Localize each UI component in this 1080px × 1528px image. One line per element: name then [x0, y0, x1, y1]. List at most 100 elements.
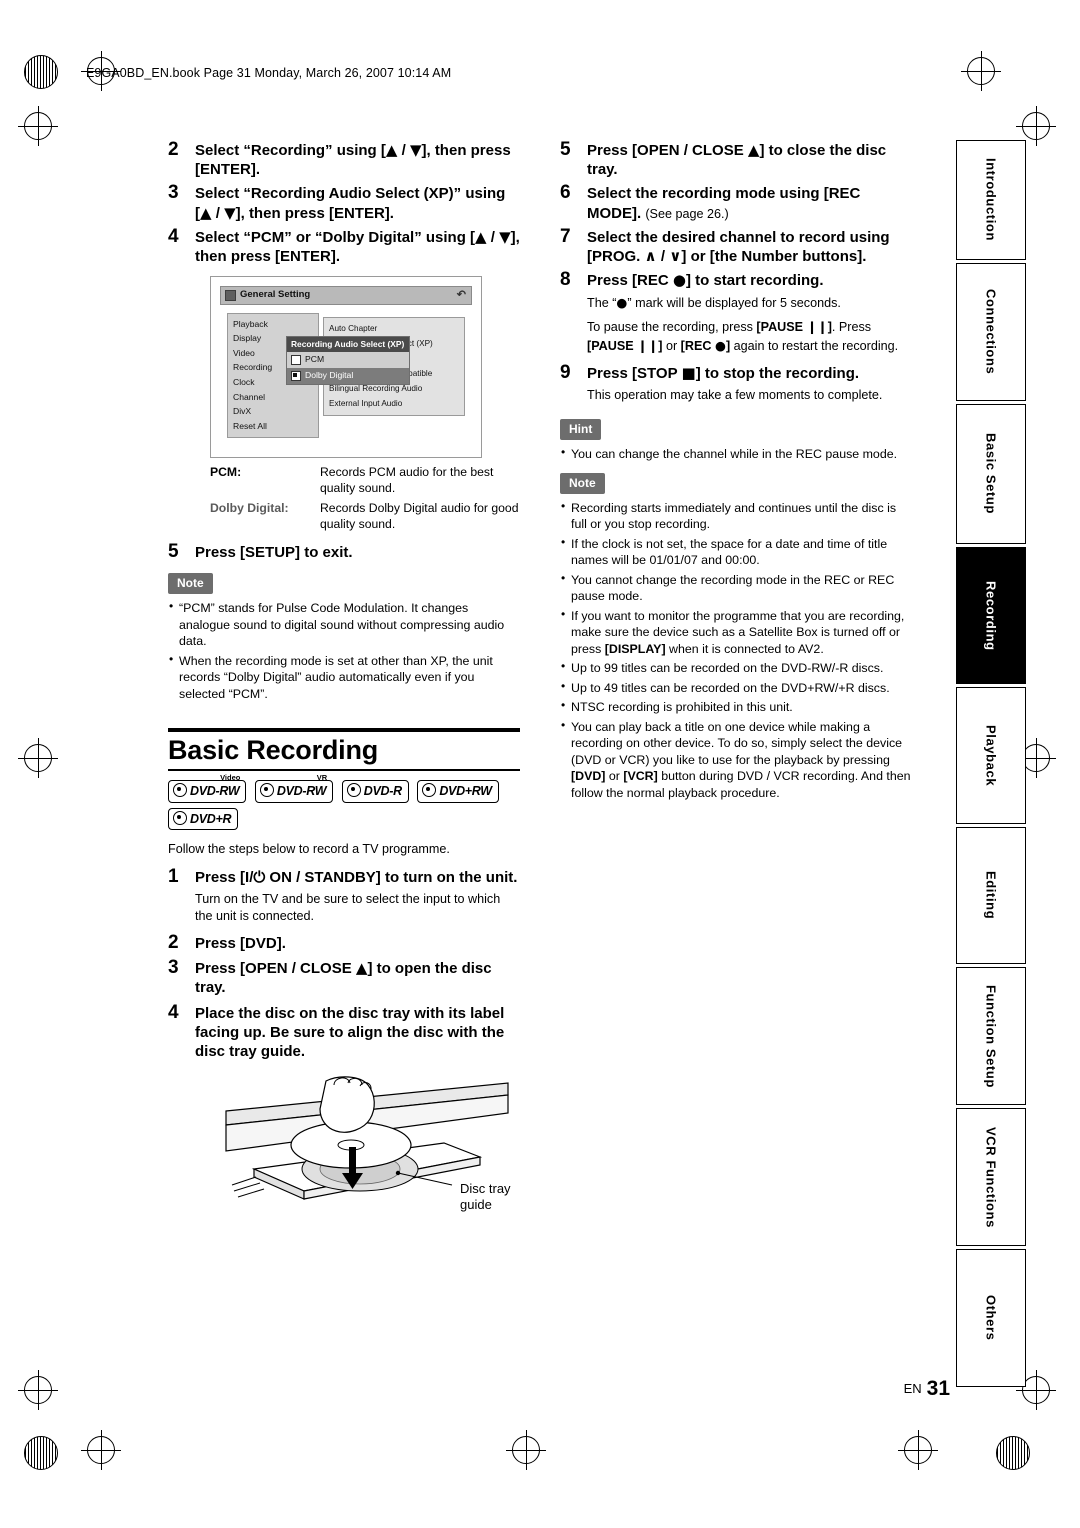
halftone-dot-bottom-right	[996, 1436, 1030, 1470]
registration-cross-left-mid	[18, 738, 58, 778]
thumb-tab-basic-setup[interactable]: Basic Setup	[956, 404, 1026, 544]
osd-popup-option-dolby-digital[interactable]: Dolby Digital	[287, 368, 409, 384]
osd-titlebar: General Setting ↶	[220, 286, 472, 306]
step-3-open-tray: 3 Press [OPEN / CLOSE ▲] to open the dis…	[168, 958, 520, 997]
disc-icon	[422, 782, 437, 797]
step-8-body-1: The “●” mark will be displayed for 5 sec…	[587, 295, 841, 311]
step-4: 4 Select “PCM” or “Dolby Digital” using …	[168, 225, 520, 266]
disc-logo-dvd-plus-rw: DVD+RW	[417, 779, 499, 803]
step-number: 5	[560, 139, 571, 160]
note-item: Up to 49 titles can be recorded on the D…	[560, 679, 912, 697]
thumb-tab-playback[interactable]: Playback	[956, 687, 1026, 824]
osd-submenu-item[interactable]: Auto Chapter	[324, 321, 464, 336]
thumb-tab-label: Introduction	[983, 158, 999, 242]
step-9-stop-recording: 9 Press [STOP ■] to stop the recording.	[560, 361, 912, 383]
thumb-index: Introduction Connections Basic Setup Rec…	[956, 140, 1026, 1390]
step-7-select-channel: 7 Select the desired channel to record u…	[560, 226, 912, 266]
step-5-close-tray: 5 Press [OPEN / CLOSE ▲] to close the di…	[560, 139, 912, 179]
step-2-press-dvd: 2 Press [DVD].	[168, 932, 520, 953]
thumb-tab-label: Connections	[983, 289, 999, 375]
see-page-reference: (See page 26.)	[645, 206, 729, 221]
thumb-tab-introduction[interactable]: Introduction	[956, 140, 1026, 260]
osd-submenu-item[interactable]: External Input Audio	[324, 396, 464, 411]
osd-menu-item[interactable]: Reset All	[228, 419, 318, 434]
disc-icon	[173, 782, 187, 797]
footer-page-value: 31	[926, 1377, 950, 1400]
return-icon: ↶	[456, 289, 466, 302]
thumb-tab-editing[interactable]: Editing	[956, 827, 1026, 964]
hints-list: You can change the channel while in the …	[560, 445, 912, 463]
right-column: 5 Press [OPEN / CLOSE ▲] to close the di…	[560, 139, 912, 804]
note-item: “PCM” stands for Pulse Code Modulation. …	[168, 599, 520, 650]
osd-menu-item[interactable]: Channel	[228, 390, 318, 405]
definition-term: Dolby Digital:	[210, 500, 289, 515]
disc-icon	[346, 782, 361, 797]
step-number: 8	[560, 269, 571, 291]
basic-recording-intro: Follow the steps below to record a TV pr…	[168, 842, 450, 857]
registration-cross-top-right	[961, 51, 1001, 91]
osd-popup-option-label: Dolby Digital	[305, 370, 354, 381]
step-4-place-disc: 4 Place the disc on the disc tray with i…	[168, 1001, 520, 1062]
section-title: Basic Recording	[168, 735, 379, 766]
disc-tray-guide-label: Disc tray guide	[460, 1181, 511, 1213]
step-8-body-2: To pause the recording, press [PAUSE ❙❙]…	[587, 319, 899, 353]
step-9-body: This operation may take a few moments to…	[587, 387, 883, 402]
note-badge: Note	[168, 573, 213, 595]
halftone-dot-top-left	[24, 55, 58, 89]
note-item: Recording starts immediately and continu…	[560, 499, 912, 533]
step-1-power-on: 1 Press [I/⏻ ON / STANDBY] to turn on th…	[168, 866, 520, 887]
registration-cross-bottom-left	[81, 1430, 121, 1470]
step-number: 3	[168, 182, 179, 204]
osd-menu-item[interactable]: Playback	[228, 317, 318, 332]
checkbox-icon	[291, 355, 301, 366]
thumb-tab-label: Recording	[983, 580, 999, 651]
step-number: 5	[168, 541, 179, 562]
disc-logo-dvd-rw-video: Video DVD-RW	[168, 773, 247, 803]
osd-popup-option-pcm[interactable]: PCM	[287, 352, 409, 368]
registration-cross-left-upper	[18, 106, 58, 146]
osd-menu-item[interactable]: DivX	[228, 405, 318, 420]
step-number: 2	[168, 139, 179, 160]
step-number: 6	[560, 182, 571, 204]
osd-title: General Setting	[240, 289, 311, 301]
left-column: 2 Select “Recording” using [▲ / ▼], then…	[168, 139, 520, 1243]
thumb-tab-recording[interactable]: Recording	[956, 547, 1026, 684]
step-number: 9	[560, 361, 571, 383]
thumb-tab-function-setup[interactable]: Function Setup	[956, 967, 1026, 1105]
osd-screenshot-figure: General Setting ↶ Playback Display Video…	[210, 276, 482, 459]
thumb-tab-label: Playback	[983, 724, 999, 787]
thumb-tab-label: Editing	[983, 871, 999, 920]
disc-tray-illustration: Disc tray guide	[208, 1073, 528, 1243]
step-label: Select the desired channel to record usi…	[587, 228, 890, 265]
disc-logo-label: DVD-RW	[276, 783, 327, 798]
setup-icon	[225, 290, 236, 302]
checkbox-checked-icon	[291, 370, 301, 381]
thumb-tab-connections[interactable]: Connections	[956, 263, 1026, 401]
hint-item: You can change the channel while in the …	[560, 445, 912, 463]
thumb-tab-vcr-functions[interactable]: VCR Functions	[956, 1108, 1026, 1246]
definition-term: PCM:	[210, 465, 242, 480]
step-label: Select “Recording Audio Select (XP)” usi…	[195, 185, 506, 222]
step-label: Press [OPEN / CLOSE ▲] to close the disc…	[587, 141, 887, 179]
step-label: Press [DVD].	[195, 935, 286, 953]
disc-logo-superscript: Video	[220, 772, 241, 782]
note-item: Up to 99 titles can be recorded on the D…	[560, 659, 912, 677]
definition-row-dolby-digital: Dolby Digital: Records Dolby Digital aud…	[210, 500, 520, 532]
osd-popup-recording-audio-select: Recording Audio Select (XP) PCM Dolby Di…	[286, 336, 410, 385]
section-heading-block: Basic Recording	[168, 728, 520, 771]
registration-cross-left-lower	[18, 1370, 58, 1410]
note-item: You can play back a title on one device …	[560, 718, 912, 802]
halftone-dot-bottom-left	[24, 1436, 58, 1470]
book-header-line: E9GA0BD_EN.book Page 31 Monday, March 26…	[86, 66, 452, 80]
footer-language-code: EN	[903, 1381, 922, 1396]
note-badge: Note	[560, 472, 605, 494]
thumb-tab-others[interactable]: Others	[956, 1249, 1026, 1387]
audio-format-definitions: PCM: Records PCM audio for the best qual…	[210, 464, 520, 532]
hint-badge: Hint	[560, 419, 602, 441]
step-number: 4	[168, 1001, 179, 1023]
step-number: 4	[168, 225, 179, 247]
osd-screen: General Setting ↶ Playback Display Video…	[220, 286, 472, 449]
step-number: 3	[168, 957, 179, 979]
note-item: When the recording mode is set at other …	[168, 652, 520, 703]
definition-row-pcm: PCM: Records PCM audio for the best qual…	[210, 464, 520, 496]
